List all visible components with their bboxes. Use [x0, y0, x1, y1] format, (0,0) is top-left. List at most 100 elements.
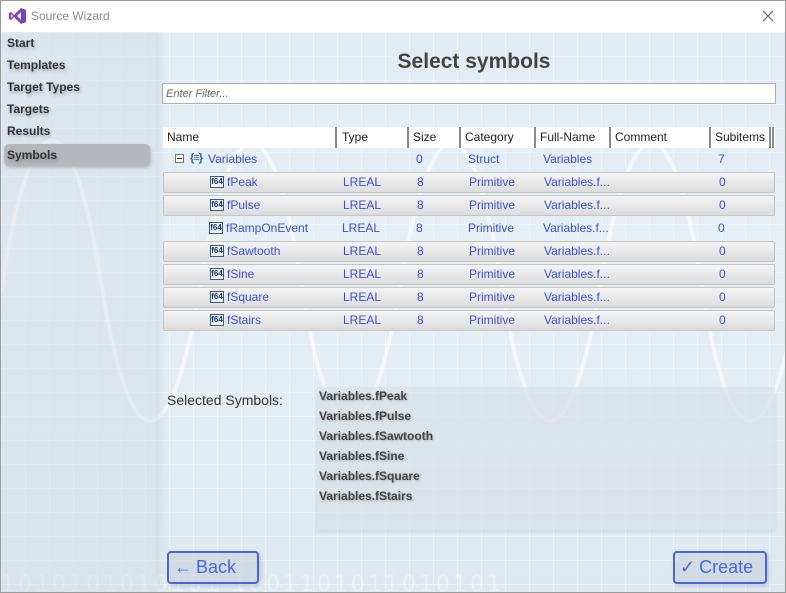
- window-title: Source Wizard: [31, 9, 110, 23]
- cell-size: 8: [417, 198, 424, 212]
- cell-subitems: 0: [718, 221, 725, 235]
- column-header-size[interactable]: Size: [409, 127, 459, 148]
- cell-type: LREAL: [343, 198, 382, 212]
- selected-symbol-item: Variables.fSquare: [319, 469, 420, 483]
- create-button[interactable]: ✓ Create: [673, 551, 767, 584]
- selected-symbol-item: Variables.fSawtooth: [319, 429, 434, 443]
- tree-row[interactable]: f64 fSquare LREAL 8 Primitive Variables.f... 0: [163, 287, 775, 308]
- selected-symbol-item: Variables.fPulse: [319, 409, 412, 423]
- sidebar-item-label: Target Types: [7, 80, 80, 94]
- cell-subitems: 0: [719, 198, 726, 212]
- sidebar-item-label: Targets: [7, 102, 50, 116]
- sidebar-item-targets[interactable]: Targets: [4, 98, 150, 120]
- cell-full-name: Variables.f...: [544, 198, 610, 212]
- back-button[interactable]: ← Back: [167, 551, 259, 584]
- column-resize-handle[interactable]: [769, 127, 771, 148]
- tree-row[interactable]: f64 fPulse LREAL 8 Primitive Variables.f... 0: [163, 195, 775, 216]
- cell-full-name: Variables: [543, 152, 593, 166]
- wizard-sidebar: Start Templates Target Types Targets Res…: [1, 32, 156, 592]
- tree-row-root[interactable]: {≡} Variables 0 Struct Variables 7: [163, 149, 775, 170]
- page-title: Select symbols: [397, 50, 551, 73]
- cell-type: LREAL: [343, 175, 382, 189]
- lreal-variable-icon: f64: [210, 199, 224, 211]
- column-resize-handle[interactable]: [772, 127, 774, 148]
- cell-size: 8: [417, 244, 424, 258]
- cell-name: fPeak: [227, 175, 258, 189]
- source-wizard-window: Source Wizard 1010101010101 100110101101…: [0, 0, 786, 593]
- sidebar-item-symbols[interactable]: Symbols: [4, 144, 150, 166]
- cell-subitems: 0: [719, 313, 726, 327]
- sidebar-item-label: Symbols: [7, 148, 58, 162]
- cell-subitems: 0: [719, 290, 726, 304]
- sidebar-item-templates[interactable]: Templates: [4, 54, 150, 76]
- cell-size: 0: [416, 152, 423, 166]
- column-header-category[interactable]: Category: [461, 127, 535, 148]
- cell-category: Primitive: [469, 244, 516, 258]
- lreal-variable-icon: f64: [209, 222, 223, 234]
- cell-category: Primitive: [468, 221, 515, 235]
- lreal-variable-icon: f64: [210, 245, 224, 257]
- cell-type: LREAL: [343, 290, 382, 304]
- cell-subitems: 0: [719, 175, 726, 189]
- cell-category: Struct: [468, 152, 500, 166]
- selected-symbol-item: Variables.fStairs: [319, 489, 413, 503]
- cell-type: LREAL: [343, 313, 382, 327]
- tree-row[interactable]: f64 fSawtooth LREAL 8 Primitive Variables.f..…: [163, 241, 775, 262]
- column-header-name[interactable]: Name: [163, 127, 335, 148]
- cell-name: fStairs: [227, 313, 262, 327]
- cell-category: Primitive: [469, 198, 516, 212]
- back-button-label: Back: [196, 557, 237, 577]
- cell-full-name: Variables.f...: [544, 290, 610, 304]
- cell-name: fSine: [227, 267, 255, 281]
- cell-subitems: 7: [718, 152, 725, 166]
- filter-input[interactable]: [162, 83, 776, 104]
- cell-subitems: 0: [719, 244, 726, 258]
- visual-studio-logo-icon: [9, 8, 26, 24]
- sidebar-item-label: Templates: [7, 58, 66, 72]
- cell-size: 8: [416, 221, 423, 235]
- cell-name: fSquare: [227, 290, 270, 304]
- cell-type: LREAL: [343, 267, 382, 281]
- tree-row[interactable]: f64 fSine LREAL 8 Primitive Variables.f... 0: [163, 264, 775, 285]
- cell-full-name: Variables.f...: [544, 267, 610, 281]
- symbol-table-header: Name Type Size Category Full-Name Commen…: [163, 127, 775, 148]
- tree-row[interactable]: f64 fRampOnEvent LREAL 8 Primitive Variables.…: [163, 218, 775, 239]
- collapse-toggle-icon[interactable]: [175, 154, 184, 163]
- selected-symbol-item: Variables.fSine: [319, 449, 405, 463]
- cell-category: Primitive: [469, 267, 516, 281]
- cell-full-name: Variables.f...: [544, 313, 610, 327]
- column-resize-handle[interactable]: [335, 127, 337, 148]
- cell-type: LREAL: [342, 221, 381, 235]
- cell-size: 8: [417, 175, 424, 189]
- selected-symbols-list: Variables.fPeak Variables.fPulse Variabl…: [317, 387, 775, 530]
- cell-type: LREAL: [343, 244, 382, 258]
- sidebar-item-label: Results: [7, 124, 51, 138]
- cell-name: fRampOnEvent: [226, 221, 309, 235]
- sidebar-item-label: Start: [7, 36, 35, 50]
- sidebar-item-start[interactable]: Start: [4, 32, 150, 54]
- close-icon[interactable]: [759, 7, 777, 25]
- column-header-subitems[interactable]: Subitems: [711, 127, 769, 148]
- create-button-label: Create: [699, 557, 754, 577]
- tree-row[interactable]: f64 fStairs LREAL 8 Primitive Variables.f... 0: [163, 310, 775, 331]
- lreal-variable-icon: f64: [210, 268, 224, 280]
- column-header-type[interactable]: Type: [338, 127, 406, 148]
- column-header-full-name[interactable]: Full-Name: [536, 127, 608, 148]
- sidebar-item-target-types[interactable]: Target Types: [4, 76, 150, 98]
- cell-name: fSawtooth: [227, 244, 281, 258]
- cell-size: 8: [417, 290, 424, 304]
- cell-subitems: 0: [719, 267, 726, 281]
- column-header-comment[interactable]: Comment: [611, 127, 709, 148]
- arrow-left-icon: ←: [174, 557, 192, 577]
- selected-symbol-item: Variables.fPeak: [319, 389, 408, 403]
- selected-symbols-label: Selected Symbols:: [167, 392, 283, 408]
- cell-category: Primitive: [469, 313, 516, 327]
- sidebar-item-results[interactable]: Results: [4, 120, 150, 142]
- tree-row[interactable]: f64 fPeak LREAL 8 Primitive Variables.f... 0: [163, 172, 775, 193]
- cell-size: 8: [417, 313, 424, 327]
- lreal-variable-icon: f64: [210, 291, 224, 303]
- checkmark-icon: ✓: [680, 557, 696, 577]
- cell-category: Primitive: [469, 290, 516, 304]
- lreal-variable-icon: f64: [210, 314, 224, 326]
- cell-size: 8: [417, 267, 424, 281]
